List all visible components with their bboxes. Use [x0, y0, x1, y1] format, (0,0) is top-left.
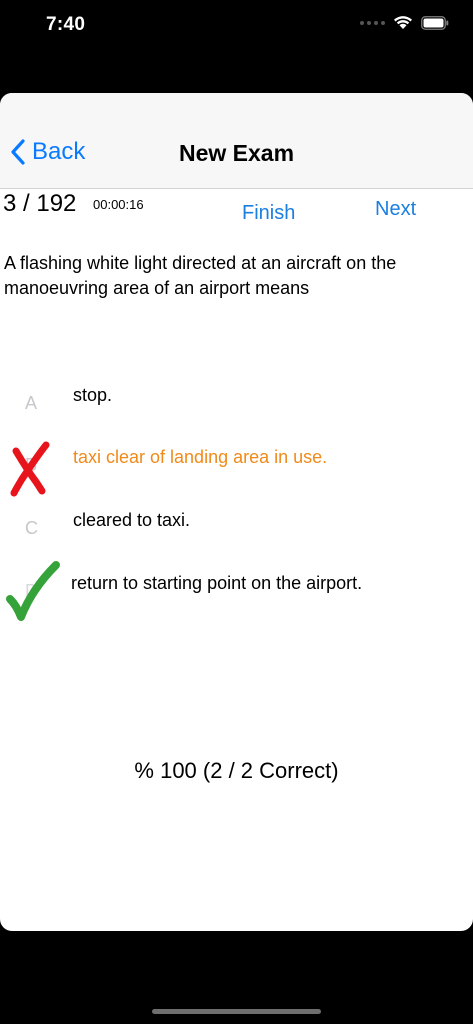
battery-icon [421, 15, 449, 30]
back-button-label: Back [32, 138, 86, 165]
question-text: A flashing white light directed at an ai… [4, 253, 397, 298]
status-icons [360, 15, 449, 30]
question-counter: 3 / 192 [3, 190, 77, 217]
status-time: 7:40 [46, 14, 86, 35]
score-summary: % 100 (2 / 2 Correct) [134, 758, 339, 783]
answer-option-b[interactable]: B taxi clear of landing area in use. [0, 441, 473, 497]
answer-text[interactable]: cleared to taxi. [73, 510, 190, 531]
answer-text[interactable]: stop. [73, 385, 112, 406]
red-cross-icon [10, 441, 50, 497]
home-indicator[interactable] [152, 1009, 321, 1014]
exam-sheet: Back New Exam 3 / 192 00:00:16 Finish Ne… [0, 93, 473, 931]
answer-option-a[interactable]: A stop. [0, 381, 473, 431]
answer-option-d[interactable]: D return to starting point on the airpor… [0, 561, 473, 621]
chevron-left-icon [11, 139, 25, 165]
back-button[interactable]: Back [10, 138, 85, 166]
answer-option-c[interactable]: C cleared to taxi. [0, 506, 473, 556]
cellular-signal-icon [360, 20, 385, 25]
wifi-icon [394, 16, 412, 29]
next-button[interactable]: Next [375, 198, 416, 221]
exam-timer: 00:00:16 [93, 197, 144, 212]
navigation-bar: Back New Exam [0, 93, 473, 189]
green-check-icon [6, 561, 60, 621]
finish-button[interactable]: Finish [242, 202, 295, 225]
answer-text[interactable]: return to starting point on the airport. [71, 573, 362, 594]
answer-letter: A [25, 393, 38, 413]
status-bar: 7:40 [0, 0, 473, 52]
answer-text[interactable]: taxi clear of landing area in use. [73, 447, 327, 468]
answer-letter: C [25, 518, 38, 538]
app-screen: 7:40 Back New Exam 3 / 192 00:00:16 Fini… [0, 0, 473, 1024]
